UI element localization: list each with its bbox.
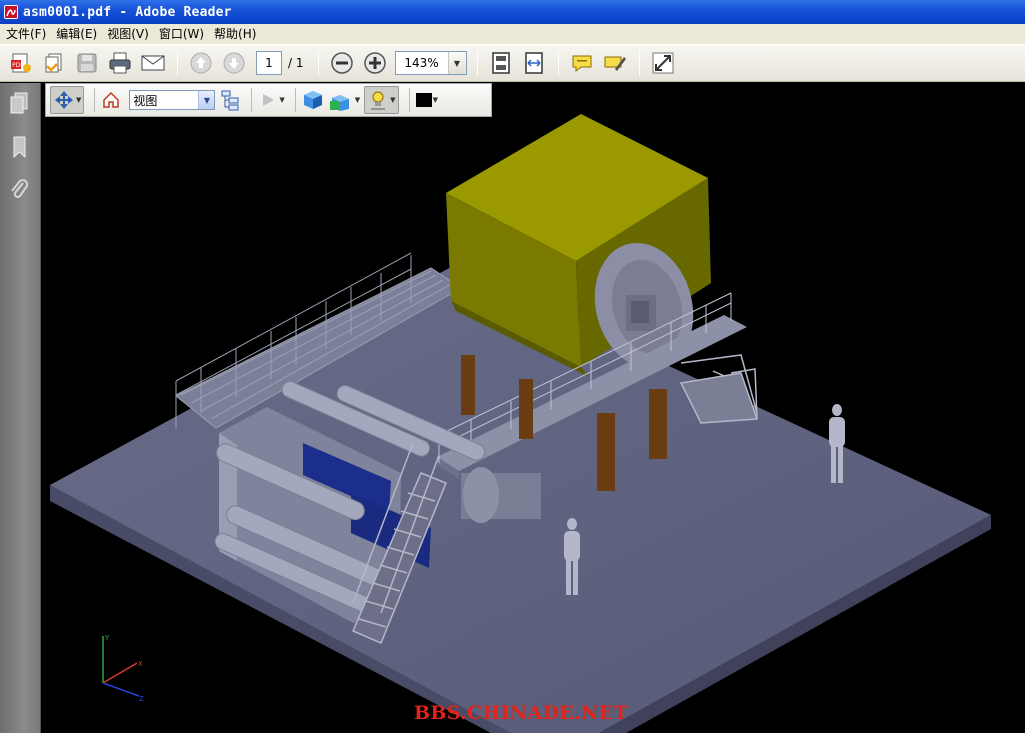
toolbar-separator [94,88,96,112]
axis-triad: Y X Z [102,634,144,703]
view-select-value: 视图 [133,93,158,108]
window-title: asm0001.pdf - Adobe Reader [23,4,232,20]
zoom-out-icon[interactable] [327,48,357,78]
3d-model-scene[interactable]: Y X Z [41,83,1025,733]
menu-help[interactable]: 帮助(H) [212,24,264,44]
menu-file[interactable]: 文件(F) [4,24,54,44]
bookmarks-icon[interactable] [7,135,31,159]
previous-page-icon[interactable] [186,48,216,78]
comment-icon[interactable] [567,48,597,78]
fit-page-icon[interactable] [486,48,516,78]
background-color-swatch [415,93,432,107]
toolbar-separator [476,50,478,76]
menu-bar: 文件(F) 编辑(E) 视图(V) 窗口(W) 帮助(H) [0,24,1025,44]
main-toolbar: PDF 1 / 1 143% ▼ [0,44,1025,82]
pages-icon[interactable] [7,91,31,115]
render-mode-icon[interactable] [302,86,324,114]
menu-window[interactable]: 窗口(W) [157,24,212,44]
chevron-down-icon[interactable]: ▼ [198,91,215,109]
next-page-icon[interactable] [219,48,249,78]
menu-view[interactable]: 视图(V) [105,24,157,44]
axis-label-z: Z [139,695,144,703]
navigation-pane [0,83,41,733]
zoom-select[interactable]: 143% ▼ [394,51,467,75]
axis-label-x: X [138,660,143,668]
attachments-icon[interactable] [7,177,31,201]
fit-width-icon[interactable] [519,48,549,78]
3d-toolbar: ▼ 视图 ▼ ▼ ▼ ▼ ▼ [45,83,492,117]
save-icon[interactable] [72,48,102,78]
toolbar-separator [294,88,296,112]
toolbar-separator [408,88,410,112]
email-icon[interactable] [138,48,168,78]
page-number-input[interactable]: 1 [256,51,282,75]
create-pdf-icon[interactable]: PDF [6,48,36,78]
background-lighting-icon[interactable]: ▼ [364,86,399,114]
page-total: / 1 [288,56,304,70]
3d-viewport[interactable]: Y X Z [41,83,1025,733]
print-icon[interactable] [105,48,135,78]
zoom-in-icon[interactable] [360,48,390,78]
model-tree-icon[interactable] [219,86,241,114]
view-select[interactable]: 视图 ▼ [129,90,216,110]
axis-label-y: Y [104,634,110,642]
zoom-value: 143% [404,56,439,70]
toolbar-separator [557,50,559,76]
lighting-icon[interactable]: ▼ [328,86,360,114]
title-bar: asm0001.pdf - Adobe Reader [0,0,1025,24]
toolbar-separator [177,50,178,76]
background-color-icon[interactable]: ▼ [415,86,438,114]
toolbar-separator [251,88,253,112]
watermark: BBS.CHINADE.NET [414,702,628,724]
home-view-icon[interactable] [101,86,121,114]
rotate-icon[interactable]: ▼ [50,86,85,114]
organize-icon[interactable] [39,48,69,78]
chevron-down-icon[interactable]: ▼ [447,52,466,74]
menu-edit[interactable]: 编辑(E) [54,24,105,44]
fullscreen-icon[interactable] [648,48,678,78]
svg-text:PDF: PDF [12,62,24,69]
highlight-icon[interactable] [600,48,630,78]
toolbar-separator [638,50,640,76]
adobe-reader-icon [3,4,19,20]
play-icon[interactable]: ▼ [258,86,285,114]
toolbar-separator [317,50,319,76]
